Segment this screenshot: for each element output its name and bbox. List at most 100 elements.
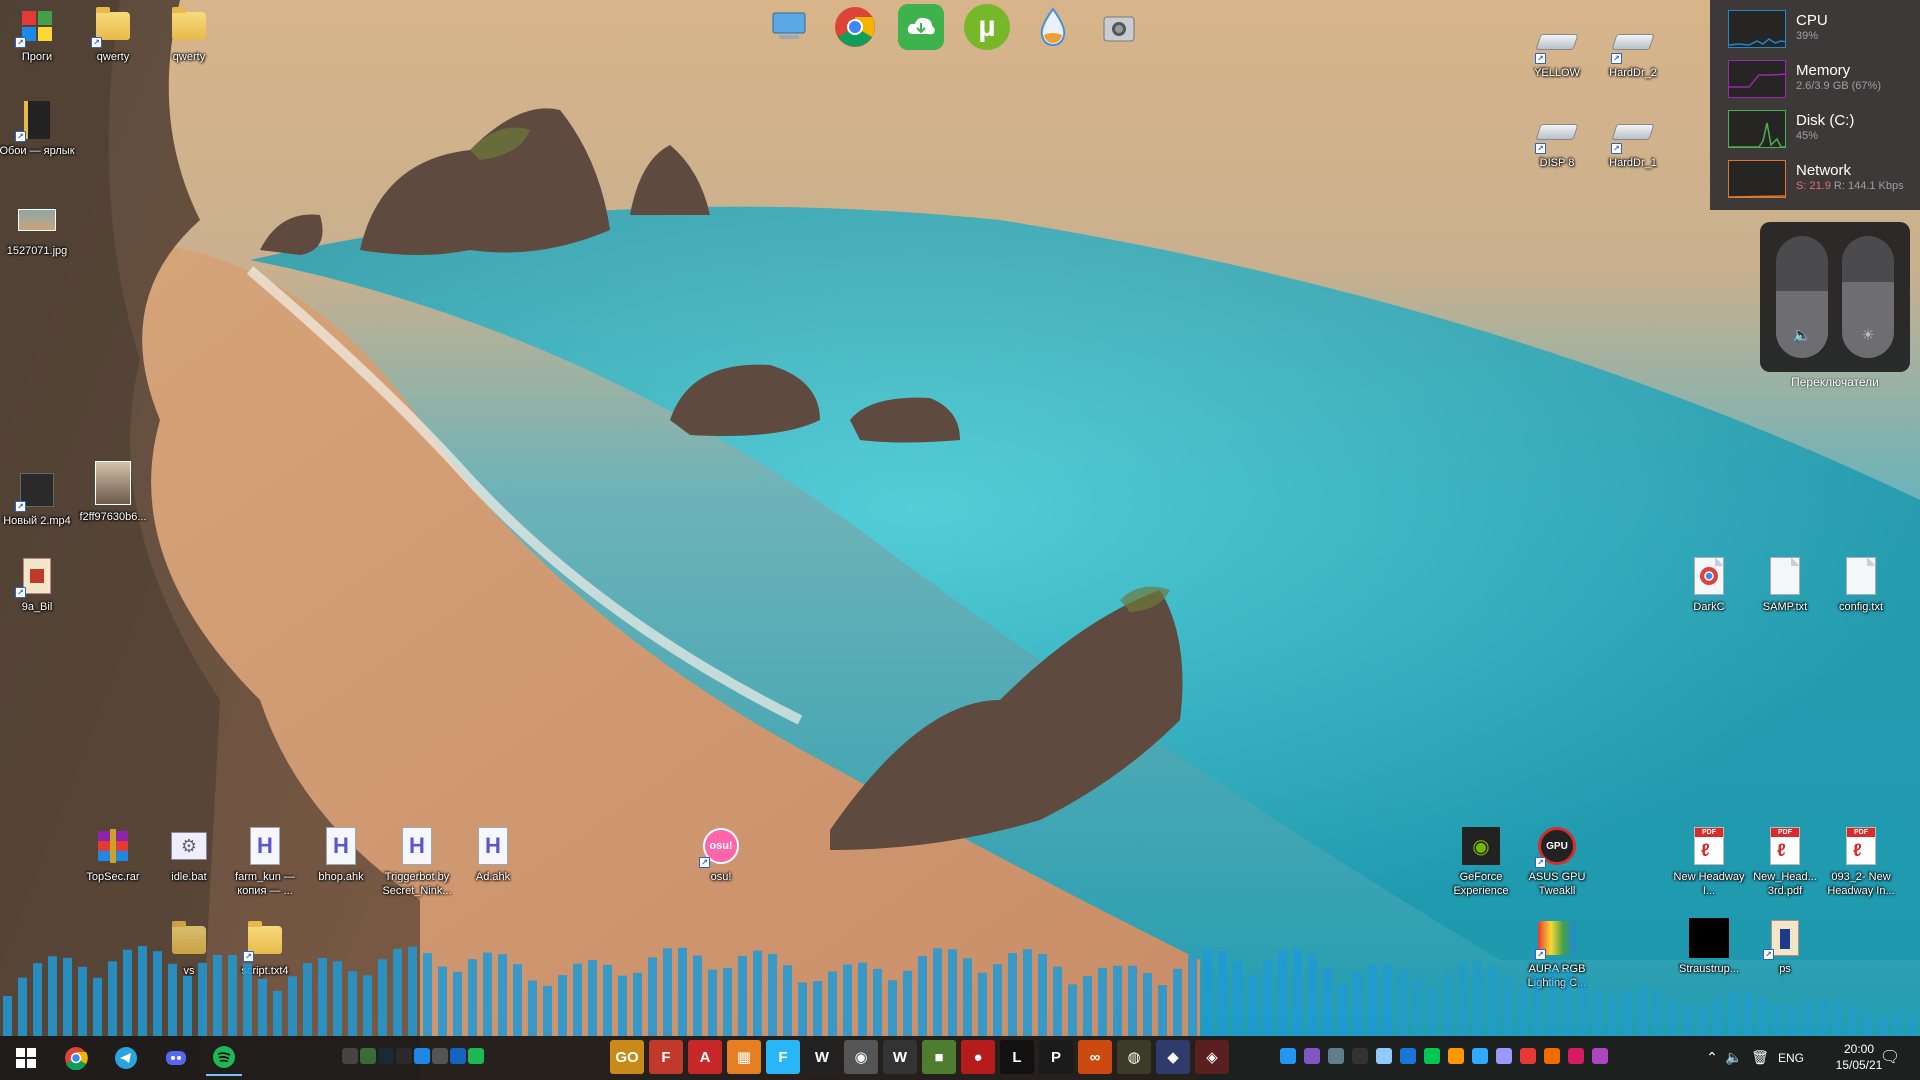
desktop-icon-geforce[interactable]: ◉ GeForce Experience — [1443, 826, 1519, 898]
notifications-icon[interactable]: 🗨 — [1870, 1042, 1910, 1072]
desktop-icon-samp[interactable]: SAMP.txt — [1747, 556, 1823, 614]
trash-icon[interactable]: 🗑 — [1748, 1042, 1772, 1072]
desktop-icon-video[interactable]: ↗ Новый 2.mp4 — [0, 470, 75, 528]
start-button[interactable] — [8, 1040, 44, 1076]
desktop-icon-label: SAMP.txt — [1762, 601, 1808, 613]
desktop-icon-asus-gpu[interactable]: GPU ↗ ASUS GPU Tweakll — [1519, 826, 1595, 898]
chrome-tray-icon[interactable] — [1520, 1048, 1536, 1064]
desktop-icon-oboi[interactable]: ↗ Обои — ярлык — [0, 100, 75, 158]
tray-app-1[interactable] — [342, 1048, 358, 1064]
minecraft-app[interactable]: ■ — [922, 1040, 956, 1074]
illustrator-icon[interactable] — [1448, 1048, 1464, 1064]
desktop-icon-ad[interactable]: H Ad.ahk — [455, 826, 531, 884]
desktop-icon-bhop[interactable]: H bhop.ahk — [303, 826, 379, 884]
water-drop-icon[interactable] — [1030, 4, 1076, 50]
drive-harddr1[interactable]: ↗ HardDr_1 — [1595, 112, 1671, 170]
game-app-4[interactable]: ◈ — [1195, 1040, 1229, 1074]
game-app-3[interactable]: ◆ — [1156, 1040, 1190, 1074]
forza-app[interactable]: F — [649, 1040, 683, 1074]
desktop-icon-f2ff[interactable]: f2ff97630b6... — [75, 460, 151, 524]
this-pc-icon[interactable] — [766, 4, 812, 50]
file-icon[interactable] — [1376, 1048, 1392, 1064]
taskbar-telegram[interactable] — [108, 1040, 144, 1076]
desktop-icon-progi[interactable]: ↗ Проги — [0, 6, 75, 64]
visualizer-bar — [1368, 964, 1377, 1036]
desktop-icon-topsec[interactable]: TopSec.rar — [75, 826, 151, 884]
video-icon: ↗ — [15, 470, 57, 512]
desktop-icon-darkc[interactable]: DarkC — [1671, 556, 1747, 614]
drive-yellow[interactable]: ↗ YELLOW — [1519, 22, 1595, 80]
desktop-icon-triggerbot[interactable]: H Triggerbot by Secret_Nink... — [379, 826, 455, 898]
tray-chevron-up-icon[interactable]: ⌃ — [1700, 1042, 1724, 1072]
settings-icon[interactable] — [1400, 1048, 1416, 1064]
app4-icon[interactable] — [1592, 1048, 1608, 1064]
tray-app-3[interactable] — [414, 1048, 430, 1064]
app-icon[interactable] — [1328, 1048, 1344, 1064]
tray-app-5[interactable] — [450, 1048, 466, 1064]
visualizer-bar — [1758, 996, 1767, 1036]
visualizer-bar — [123, 949, 132, 1036]
spotify-small-icon[interactable] — [468, 1048, 484, 1064]
visual-studio-icon[interactable] — [1304, 1048, 1320, 1064]
vscode-icon[interactable] — [1280, 1048, 1296, 1064]
visualizer-bar — [1533, 973, 1542, 1036]
among-us-app[interactable]: ● — [961, 1040, 995, 1074]
terminal-icon[interactable] — [1352, 1048, 1368, 1064]
infinity-app[interactable]: ∞ — [1078, 1040, 1112, 1074]
watchdogs-app[interactable]: W — [883, 1040, 917, 1074]
desktop-icon-config[interactable]: config.txt — [1823, 556, 1899, 614]
audition-icon[interactable] — [1424, 1048, 1440, 1064]
steam-icon[interactable] — [378, 1048, 394, 1064]
desktop-icon-pdf-3[interactable]: PDF ℓ 093_2- New Headway In... — [1823, 826, 1899, 898]
cloud-download-icon[interactable] — [898, 4, 944, 50]
desktop-icon-9abil[interactable]: ↗ 9a_Bil — [0, 556, 75, 614]
visualizer-bar — [453, 971, 462, 1036]
epic-icon[interactable] — [396, 1048, 412, 1064]
desktop-icon-1527071[interactable]: 1527071.jpg — [0, 200, 75, 258]
game-app-1[interactable]: ◉ — [844, 1040, 878, 1074]
utorrent-icon[interactable]: µ — [964, 4, 1010, 50]
w-app[interactable]: W — [805, 1040, 839, 1074]
language-indicator[interactable]: ENG — [1778, 1051, 1804, 1065]
desktop-icon-osu[interactable]: osu! ↗ osu! — [683, 826, 759, 884]
taskbar-discord[interactable] — [158, 1040, 194, 1076]
desktop-icon-farmkun[interactable]: H farm_kun — копия — ... — [227, 826, 303, 898]
volume-slider[interactable]: 🔈 — [1776, 236, 1828, 358]
l-app[interactable]: L — [1000, 1040, 1034, 1074]
desktop-icon-label: YELLOW — [1534, 67, 1580, 79]
volume-icon[interactable]: 🔈 — [1722, 1042, 1746, 1072]
desktop-icon-label: New Headway I... — [1673, 871, 1745, 897]
csgo-app[interactable]: GO — [610, 1040, 644, 1074]
visualizer-bar — [948, 949, 957, 1036]
brightness-slider[interactable]: ☀ — [1842, 236, 1894, 358]
app2-icon[interactable] — [1544, 1048, 1560, 1064]
visualizer-bar — [1188, 955, 1197, 1036]
desktop-icon-label: TopSec.rar — [86, 871, 140, 883]
tray-app-4[interactable] — [432, 1048, 448, 1064]
chrome-icon[interactable] — [832, 4, 878, 50]
premiere-icon[interactable] — [1496, 1048, 1512, 1064]
f-app[interactable]: F — [766, 1040, 800, 1074]
p-app[interactable]: P — [1039, 1040, 1073, 1074]
autocad-app[interactable]: A — [688, 1040, 722, 1074]
game-app-2[interactable]: ◍ — [1117, 1040, 1151, 1074]
desktop-icon-idlebat[interactable]: ⚙ idle.bat — [151, 826, 227, 884]
desktop-icon-pdf-2[interactable]: PDF ℓ New_Head... 3rd.pdf — [1747, 826, 1823, 898]
osu-icon: osu! ↗ — [699, 826, 741, 868]
visualizer-bar — [303, 963, 312, 1036]
asus-gpu-icon: GPU ↗ — [1535, 826, 1577, 868]
desktop-icon-qwerty-1[interactable]: ↗ qwerty — [75, 6, 151, 64]
taskbar-chrome[interactable] — [58, 1040, 94, 1076]
sun-icon: ☀ — [1861, 327, 1875, 344]
photoshop-icon[interactable] — [1472, 1048, 1488, 1064]
camera-icon[interactable] — [1096, 4, 1142, 50]
visualizer-bar — [1413, 979, 1422, 1036]
drive-disp8[interactable]: ↗ DISP 8 — [1519, 112, 1595, 170]
taskbar-spotify[interactable] — [206, 1040, 242, 1076]
tray-app-2[interactable] — [360, 1048, 376, 1064]
app3-icon[interactable] — [1568, 1048, 1584, 1064]
drive-harddr2[interactable]: ↗ HardDr_2 — [1595, 22, 1671, 80]
desktop-icon-pdf-1[interactable]: PDF ℓ New Headway I... — [1671, 826, 1747, 898]
blender-app[interactable]: ▦ — [727, 1040, 761, 1074]
desktop-icon-qwerty-2[interactable]: qwerty — [151, 6, 227, 64]
